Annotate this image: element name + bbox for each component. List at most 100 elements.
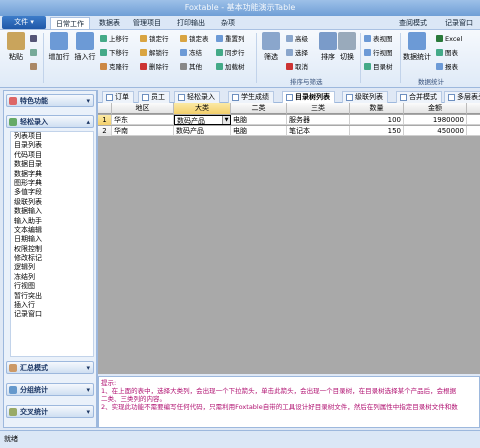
add-row-button[interactable]: 增加行 [46,32,72,62]
lock-row-button[interactable]: 锁定行 [140,34,169,44]
tab-orders[interactable]: 订单 [102,91,134,103]
table-cell[interactable]: 电脑 [231,115,287,125]
table-cell[interactable]: 笔记本 [287,126,350,136]
list-item[interactable]: 数据字典 [11,170,93,179]
report-button[interactable]: 报表 [436,62,458,72]
list-item[interactable]: 逻辑列 [11,263,93,272]
title-bar: Foxtable - 基本功能演示Table [0,0,480,16]
column-header[interactable]: 大类 [174,103,231,114]
table-cell[interactable]: 150 [350,126,404,136]
list-item[interactable]: 级联列表 [11,198,93,207]
copy-button[interactable] [30,48,39,58]
list-item[interactable]: 记录窗口 [11,310,93,319]
list-item[interactable]: 行视图 [11,282,93,291]
table-cell[interactable]: 华南 [112,126,174,136]
table-cell[interactable]: 1980000 [404,115,467,125]
list-item[interactable]: 文本编辑 [11,226,93,235]
list-item[interactable]: 数据输入 [11,207,93,216]
nav-list: 列表项目 目录列表 代码项目 数据目录 数据字典 图形字典 多值字段 级联列表 … [10,131,94,357]
cut-button[interactable] [30,34,39,44]
list-item[interactable]: 插入行 [11,301,93,310]
cancel-icon [286,63,293,70]
tab-easy-input[interactable]: 轻松录入 [174,91,220,103]
other-icon [180,63,187,70]
other-button[interactable]: 其他 [180,62,202,72]
section-cross-stats[interactable]: 交叉统计 ▾ [6,405,94,418]
row-view-button[interactable]: 行视图 [364,48,393,58]
list-item[interactable]: 冻结列 [11,273,93,282]
clone-row-button[interactable]: 克隆行 [100,62,129,72]
section-summary-mode[interactable]: 汇总模式 ▾ [6,361,94,374]
select-button[interactable]: 选择 [286,48,308,58]
tab-multi-header[interactable]: 多层表头 [444,91,480,103]
table-view-button[interactable]: 表视图 [364,34,393,44]
tab-daily-work[interactable]: 日常工作 [50,17,90,29]
column-header[interactable]: 二类 [231,103,287,114]
list-item[interactable]: 权限控制 [11,245,93,254]
record-window-button[interactable]: 记录窗口 [440,17,478,29]
chevron-up-icon: ▴ [86,118,90,126]
paste-button[interactable]: 粘贴 [4,32,28,62]
load-tree-button[interactable]: 加载树 [216,62,245,72]
freeze-button[interactable]: 冻结 [180,48,202,58]
list-item[interactable]: 暂行突出 [11,292,93,301]
list-item[interactable]: 图形字典 [11,179,93,188]
table-icon [346,94,353,101]
sync-row-button[interactable]: 同步行 [216,48,245,58]
category-dropdown-cell[interactable]: 数码产品 ▼ [174,115,231,125]
list-item[interactable]: 列表项目 [11,132,93,141]
tab-employees[interactable]: 员工 [138,91,170,103]
table-cell[interactable]: 数码产品 [174,126,231,136]
format-button[interactable] [30,62,39,72]
tree-view-button[interactable]: 目录树 [364,62,393,72]
tab-print-output[interactable]: 打印输出 [172,17,210,29]
insert-row-button[interactable]: 插入行 [72,32,98,62]
column-header[interactable]: 地区 [112,103,174,114]
excel-button[interactable]: Excel [436,34,462,44]
filter-button[interactable]: 筛选 [260,32,282,62]
column-header[interactable]: 数量 [350,103,404,114]
switch-button[interactable]: 切换 [336,32,358,62]
table-cell[interactable]: 450000 [404,126,467,136]
corner-cell[interactable] [98,103,112,114]
table-cell[interactable]: 华东 [112,115,174,125]
row-number[interactable]: 2 [98,126,112,136]
move-up-button[interactable]: 上移行 [100,34,129,44]
move-down-button[interactable]: 下移行 [100,48,129,58]
table-cell[interactable]: 电脑 [231,126,287,136]
tab-merge-mode[interactable]: 合并模式 [396,91,442,103]
list-item[interactable]: 目录列表 [11,141,93,150]
row-number[interactable]: 1 [98,115,112,125]
cancel-filter-button[interactable]: 取消 [286,62,308,72]
delete-row-button[interactable]: 删除行 [140,62,169,72]
column-header[interactable]: 金额 [404,103,467,114]
table-cell[interactable]: 100 [350,115,404,125]
tab-tree-list[interactable]: 目录树列表 [282,91,335,103]
dropdown-arrow-icon[interactable]: ▼ [222,116,230,124]
list-item[interactable]: 代码项目 [11,151,93,160]
section-features[interactable]: 特色功能 ▾ [6,94,94,107]
advanced-filter-button[interactable]: 高级 [286,34,308,44]
list-item[interactable]: 数据目录 [11,160,93,169]
file-menu-button[interactable]: 文件 ▾ [2,16,46,29]
column-header[interactable]: 三类 [287,103,350,114]
list-item[interactable]: 输入助手 [11,217,93,226]
tab-student-scores[interactable]: 学生成绩 [228,91,274,103]
tab-manage-project[interactable]: 管理项目 [128,17,166,29]
tab-misc[interactable]: 杂项 [216,17,240,29]
list-item[interactable]: 日期输入 [11,235,93,244]
tab-cascade-list[interactable]: 级联列表 [342,91,388,103]
view-mode-button[interactable]: 查阅模式 [394,17,432,29]
data-stats-button[interactable]: 数据统计 [402,32,432,62]
table-cell[interactable]: 服务器 [287,115,350,125]
reset-columns-button[interactable]: 重置列 [216,34,245,44]
tab-datatable[interactable]: 数据表 [94,17,125,29]
lock-table-button[interactable]: 锁定表 [180,34,209,44]
advanced-icon [286,35,293,42]
section-easy-input[interactable]: 轻松录入 ▴ [6,115,94,128]
chart-button[interactable]: 图表 [436,48,458,58]
unlock-row-button[interactable]: 解锁行 [140,48,169,58]
sort-button[interactable]: 排序 [318,32,338,62]
list-item[interactable]: 多值字段 [11,188,93,197]
section-group-stats[interactable]: 分组统计 ▾ [6,383,94,396]
